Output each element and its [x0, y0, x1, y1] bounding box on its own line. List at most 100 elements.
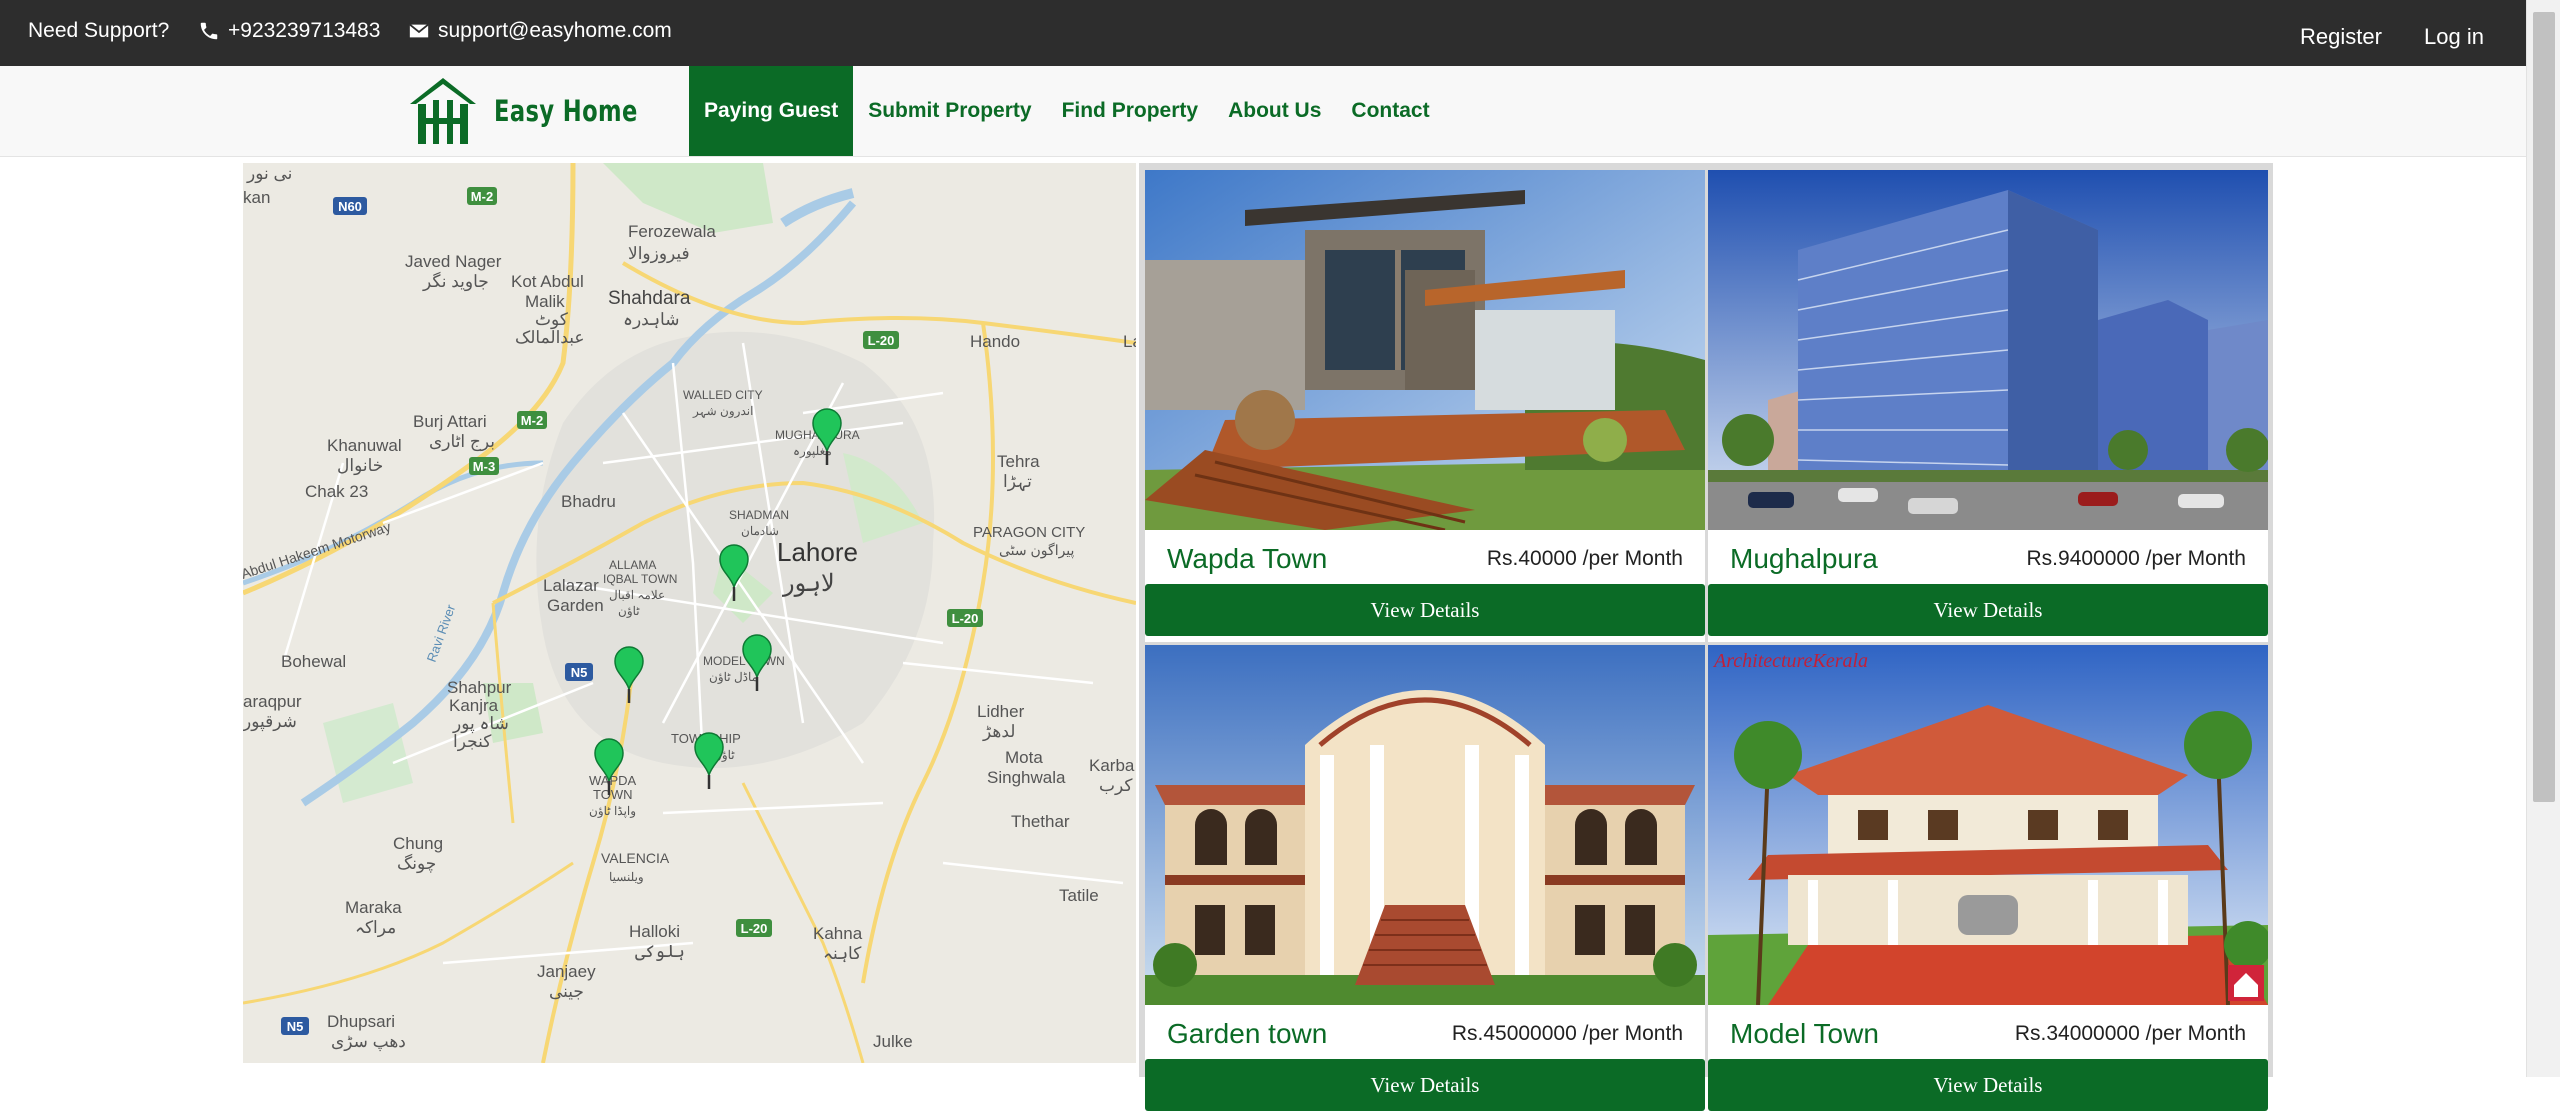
logo[interactable]: Easy Home	[406, 74, 678, 148]
svg-text:L-20: L-20	[868, 333, 895, 348]
view-details-button[interactable]: View Details	[1708, 584, 2268, 636]
svg-text:Janjaey: Janjaey	[537, 962, 596, 981]
view-details-button[interactable]: View Details	[1708, 1059, 2268, 1111]
nav-item-contact[interactable]: Contact	[1336, 66, 1444, 156]
svg-text:Hando: Hando	[970, 332, 1020, 351]
svg-text:Bhadru: Bhadru	[561, 492, 616, 511]
property-card: Wapda Town Rs.40000 /per Month View Deta…	[1145, 170, 1705, 642]
svg-text:N5: N5	[571, 665, 588, 680]
view-details-button[interactable]: View Details	[1145, 584, 1705, 636]
svg-text:Kanjra: Kanjra	[449, 696, 499, 715]
house-logo-icon	[410, 78, 476, 144]
property-info: Wapda Town Rs.40000 /per Month	[1145, 530, 1705, 584]
nav-item-about-us[interactable]: About Us	[1213, 66, 1336, 156]
svg-text:Burj Attari: Burj Attari	[413, 412, 487, 431]
svg-text:Javed Nager: Javed Nager	[405, 252, 502, 271]
property-price: Rs.45000000 /per Month	[1451, 1022, 1683, 1045]
svg-text:Lidher: Lidher	[977, 702, 1025, 721]
page-scrollbar[interactable]	[2526, 0, 2560, 1077]
property-name[interactable]: Garden town	[1167, 1018, 1327, 1050]
watermark-text: ArchitectureKerala	[1712, 650, 1868, 672]
top-bar: Need Support? +923239713483 support@easy…	[0, 0, 2526, 66]
svg-text:چونگ: چونگ	[397, 853, 436, 874]
svg-text:برج اٹاری: برج اٹاری	[429, 432, 495, 452]
svg-text:پیراگون سٹی: پیراگون سٹی	[999, 542, 1075, 559]
nav-item-submit-property[interactable]: Submit Property	[853, 66, 1046, 156]
svg-text:Shahpur: Shahpur	[447, 678, 512, 697]
property-name[interactable]: Mughalpura	[1730, 543, 1878, 575]
svg-text:تہڑا: تہڑا	[1003, 472, 1032, 492]
view-details-button[interactable]: View Details	[1145, 1059, 1705, 1111]
svg-text:Chak 23: Chak 23	[305, 482, 368, 501]
register-link[interactable]: Register	[2300, 24, 2382, 50]
svg-text:SHADMAN: SHADMAN	[729, 508, 789, 522]
svg-text:IQBAL TOWN: IQBAL TOWN	[603, 572, 677, 586]
property-photo[interactable]	[1145, 170, 1705, 530]
svg-text:Halloki: Halloki	[629, 922, 680, 941]
svg-text:Kot Abdul: Kot Abdul	[511, 272, 584, 291]
main-navbar: Easy Home Paying Guest Submit Property F…	[0, 66, 2526, 157]
svg-text:Lahore: Lahore	[777, 537, 858, 567]
email-address: support@easyhome.com	[438, 19, 672, 42]
svg-text:N5: N5	[287, 1019, 304, 1034]
property-info: Mughalpura Rs.9400000 /per Month	[1708, 530, 2268, 584]
svg-text:M-2: M-2	[471, 189, 493, 204]
svg-text:M-3: M-3	[473, 459, 495, 474]
property-info: Model Town Rs.34000000 /per Month	[1708, 1005, 2268, 1059]
property-name[interactable]: Wapda Town	[1167, 543, 1327, 575]
svg-text:M-2: M-2	[521, 413, 543, 428]
property-map[interactable]: M-2 M-2 M-3 N60 L-20 L-20 L-20 N5 N5 Fer…	[243, 163, 1136, 1063]
svg-text:Dhupsari: Dhupsari	[327, 1012, 395, 1031]
svg-text:شاہ پور: شاہ پور	[452, 714, 509, 734]
svg-text:Julke: Julke	[873, 1032, 913, 1051]
svg-text:araqpur: araqpur	[243, 692, 302, 711]
nav-menu: Paying Guest Submit Property Find Proper…	[689, 66, 1445, 156]
svg-text:WAPDA: WAPDA	[589, 773, 637, 788]
nav-item-find-property[interactable]: Find Property	[1047, 66, 1214, 156]
svg-text:Singhwala: Singhwala	[987, 768, 1066, 787]
svg-text:PARAGON CITY: PARAGON CITY	[973, 524, 1085, 541]
property-info: Garden town Rs.45000000 /per Month	[1145, 1005, 1705, 1059]
svg-text:Tatile: Tatile	[1059, 886, 1099, 905]
svg-text:نی نور: نی نور	[246, 164, 292, 184]
property-photo[interactable]: ArchitectureKerala	[1708, 645, 2268, 1005]
nav-item-paying-guest[interactable]: Paying Guest	[689, 66, 854, 156]
svg-text:اندرون شہر: اندرون شہر	[692, 404, 753, 418]
svg-text:Mota: Mota	[1005, 748, 1043, 767]
support-label: Need Support?	[28, 19, 170, 42]
svg-text:ٹاؤن: ٹاؤن	[618, 604, 640, 618]
svg-text:Chung: Chung	[393, 834, 443, 853]
svg-text:Shahdara: Shahdara	[608, 288, 691, 309]
mail-icon	[409, 23, 429, 38]
svg-text:Tehra: Tehra	[997, 452, 1040, 471]
login-link[interactable]: Log in	[2424, 24, 2484, 50]
svg-text:واپڈا ٹاؤن: واپڈا ٹاؤن	[589, 804, 636, 818]
svg-text:Garden: Garden	[547, 596, 604, 615]
svg-text:دھپ سڑی: دھپ سڑی	[331, 1032, 406, 1052]
phone-link[interactable]: +923239713483	[198, 19, 380, 43]
svg-text:ماڈل ٹاؤن: ماڈل ٹاؤن	[709, 670, 758, 684]
svg-text:Thethar: Thethar	[1011, 812, 1070, 831]
svg-text:کوٹ: کوٹ	[535, 310, 569, 330]
property-price: Rs.34000000 /per Month	[2014, 1022, 2246, 1045]
svg-text:kan: kan	[243, 188, 270, 207]
svg-text:ALLAMA: ALLAMA	[609, 558, 656, 572]
map-canvas[interactable]: M-2 M-2 M-3 N60 L-20 L-20 L-20 N5 N5 Fer…	[243, 163, 1136, 1063]
logo-text: Easy Home	[494, 94, 638, 128]
svg-text:Maraka: Maraka	[345, 898, 402, 917]
svg-text:جاوید نگر: جاوید نگر	[422, 271, 489, 292]
svg-text:TOWN: TOWN	[593, 787, 632, 802]
property-price: Rs.9400000 /per Month	[2026, 547, 2246, 570]
phone-number: +923239713483	[228, 19, 381, 42]
svg-text:Khanuwal: Khanuwal	[327, 436, 402, 455]
svg-text:مراکہ: مراکہ	[355, 918, 396, 938]
property-name[interactable]: Model Town	[1730, 1018, 1879, 1050]
svg-text:لاہور: لاہور	[782, 570, 835, 597]
property-card: Garden town Rs.45000000 /per Month View …	[1145, 645, 1705, 1117]
property-photo[interactable]	[1145, 645, 1705, 1005]
property-photo[interactable]	[1708, 170, 2268, 530]
svg-text:لدھڑ: لدھڑ	[982, 722, 1015, 742]
scrollbar-thumb[interactable]	[2533, 12, 2555, 802]
svg-text:L-20: L-20	[952, 611, 979, 626]
email-link[interactable]: support@easyhome.com	[408, 19, 672, 43]
